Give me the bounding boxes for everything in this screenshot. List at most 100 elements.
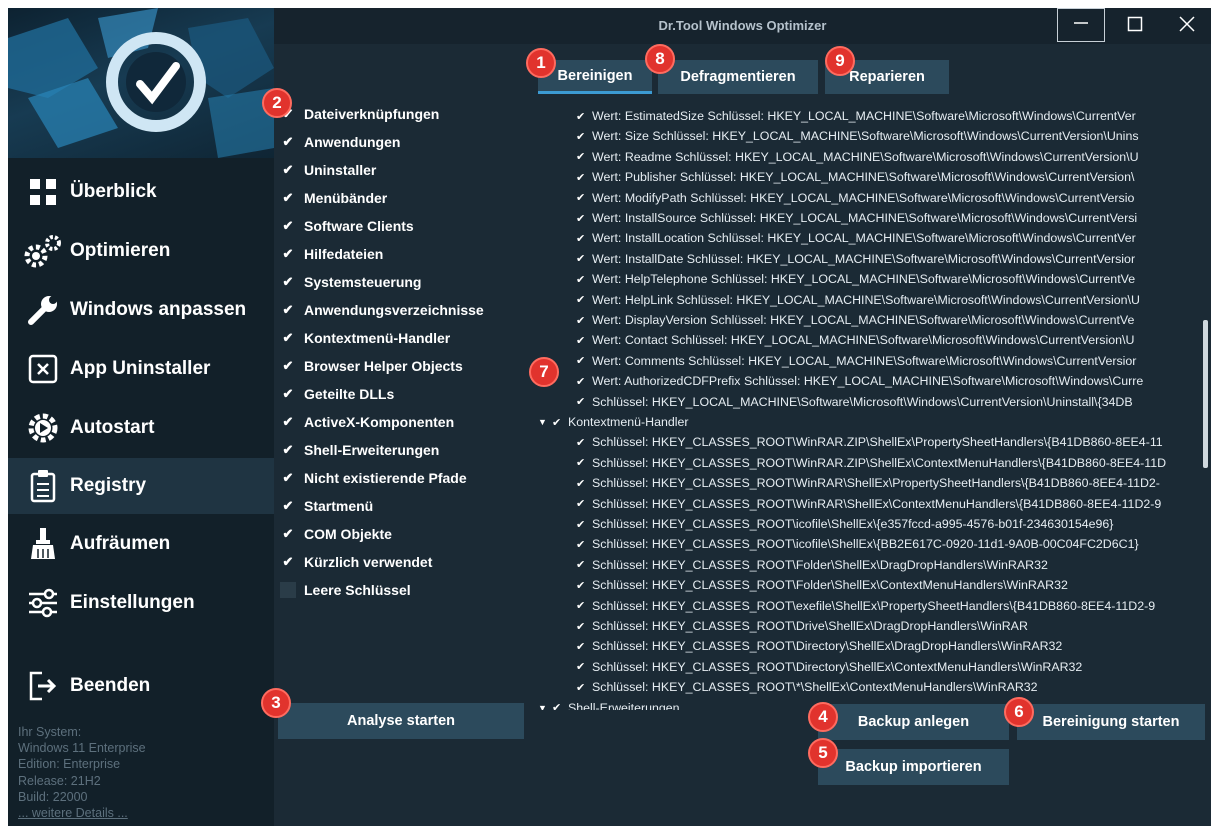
checkmark-icon[interactable]: ✔ [576,171,590,184]
sidebar-item-registry[interactable]: Registry [8,458,274,514]
checkmark-icon[interactable]: ✔ [576,640,590,653]
category-checkbox[interactable]: ✔ Anwendungsverzeichnisse [280,298,520,322]
checkmark-icon[interactable]: ✔ [576,273,590,286]
category-checkbox[interactable]: ✔ Systemsteuerung [280,270,520,294]
tree-item[interactable]: ✔ Wert: Comments Schlüssel: HKEY_LOCAL_MA… [576,351,1136,371]
checkmark-icon[interactable]: ✔ [576,497,590,510]
tree-item[interactable]: ✔ Schlüssel: HKEY_CLASSES_ROOT\Folder\She… [576,575,1068,595]
maximize-button[interactable] [1111,8,1159,44]
checkmark-icon[interactable]: ✔ [576,191,590,204]
expand-triangle-icon[interactable]: ▼ [538,417,552,427]
checkmark-icon[interactable]: ✔ [576,660,590,673]
category-checkbox[interactable]: ✔ Dateiverknüpfungen [280,102,520,126]
system-details-link[interactable]: ... weitere Details ... [18,805,146,821]
category-checkbox[interactable]: ✔ Menübänder [280,186,520,210]
tree-item[interactable]: ✔ Wert: DisplayVersion Schlüssel: HKEY_LO… [576,310,1134,330]
tree-item[interactable]: ✔ Wert: InstallLocation Schlüssel: HKEY_L… [576,228,1136,248]
checkmark-icon[interactable]: ✔ [576,375,590,388]
checkmark-icon[interactable]: ✔ [576,293,590,306]
minimize-button[interactable] [1057,8,1105,42]
tree-item[interactable]: ✔ Schlüssel: HKEY_CLASSES_ROOT\Directory\… [576,657,1082,677]
clean-start-button[interactable]: Bereinigung starten [1017,704,1205,740]
category-checkbox[interactable]: ✔ Software Clients [280,214,520,238]
sidebar-item-aufraeumen[interactable]: Aufräumen [8,518,274,570]
tree-item[interactable]: ✔ Schlüssel: HKEY_CLASSES_ROOT\exefile\Sh… [576,596,1155,616]
tree-scrollbar[interactable] [1203,320,1208,468]
tab-defragmentieren[interactable]: Defragmentieren [658,60,818,94]
tree-item[interactable]: ✔ Wert: Readme Schlüssel: HKEY_LOCAL_MACH… [576,147,1139,167]
tree-item[interactable]: ✔ Schlüssel: HKEY_CLASSES_ROOT\Folder\She… [576,555,1048,575]
sidebar-item-einstellungen[interactable]: Einstellungen [8,577,274,629]
tree-item[interactable]: ✔ Wert: InstallDate Schlüssel: HKEY_LOCAL… [576,249,1135,269]
category-checkbox[interactable]: ✔ Kontextmenü-Handler [280,326,520,350]
category-checkbox[interactable]: Leere Schlüssel [280,578,520,602]
category-checkbox[interactable]: ✔ Anwendungen [280,130,520,154]
tree-item[interactable]: ✔ Schlüssel: HKEY_CLASSES_ROOT\Directory\… [576,636,1062,656]
backup-create-button[interactable]: Backup anlegen [818,704,1009,740]
close-button[interactable] [1163,8,1211,44]
tree-item[interactable]: ✔ Schlüssel: HKEY_CLASSES_ROOT\WinRAR\She… [576,494,1161,514]
backup-import-button[interactable]: Backup importieren [818,749,1009,785]
tree-item[interactable]: ✔ Schlüssel: HKEY_CLASSES_ROOT\WinRAR\She… [576,473,1160,493]
checkmark-icon[interactable]: ✔ [576,232,590,245]
tree-item[interactable]: ✔ Wert: InstallSource Schlüssel: HKEY_LOC… [576,208,1137,228]
checkmark-icon[interactable]: ✔ [576,212,590,225]
checkmark-icon[interactable]: ✔ [576,110,590,123]
tree-group[interactable]: ▼ ✔ Kontextmenü-Handler [538,412,689,432]
checkmark-icon[interactable]: ✔ [576,579,590,592]
checkmark-icon[interactable]: ✔ [552,416,566,429]
tree-item[interactable]: ✔ Schlüssel: HKEY_LOCAL_MACHINE\Software\… [576,392,1133,412]
sidebar-item-ueberblick[interactable]: Überblick [8,166,274,218]
checkmark-icon[interactable]: ✔ [576,395,590,408]
tree-group[interactable]: ▼ ✔ Shell-Erweiterungen [538,698,680,710]
tree-item[interactable]: ✔ Schlüssel: HKEY_CLASSES_ROOT\WinRAR.ZIP… [576,432,1163,452]
checkmark-icon[interactable]: ✔ [576,558,590,571]
category-checkbox[interactable]: ✔ Hilfedateien [280,242,520,266]
checkmark-icon[interactable]: ✔ [576,538,590,551]
tree-item[interactable]: ✔ Schlüssel: HKEY_CLASSES_ROOT\*\ShellEx\… [576,677,1038,697]
category-checkbox[interactable]: ✔ Browser Helper Objects [280,354,520,378]
category-checkbox[interactable]: ✔ Uninstaller [280,158,520,182]
tree-item[interactable]: ✔ Wert: HelpLink Schlüssel: HKEY_LOCAL_MA… [576,290,1140,310]
tree-item[interactable]: ✔ Wert: EstimatedSize Schlüssel: HKEY_LOC… [576,106,1136,126]
tree-item[interactable]: ✔ Schlüssel: HKEY_CLASSES_ROOT\icofile\Sh… [576,534,1139,554]
sidebar-item-app-uninstaller[interactable]: App Uninstaller [8,343,274,395]
category-checkbox[interactable]: ✔ Geteilte DLLs [280,382,520,406]
sidebar-item-beenden[interactable]: Beenden [8,660,274,712]
analyse-start-button[interactable]: Analyse starten [278,703,524,739]
checkmark-icon[interactable]: ✔ [576,620,590,633]
category-checkbox[interactable]: ✔ Kürzlich verwendet [280,550,520,574]
tree-item[interactable]: ✔ Schlüssel: HKEY_CLASSES_ROOT\WinRAR.ZIP… [576,453,1166,473]
checkmark-icon[interactable]: ✔ [576,130,590,143]
category-checkbox[interactable]: ✔ Shell-Erweiterungen [280,438,520,462]
tree-item[interactable]: ✔ Wert: HelpTelephone Schlüssel: HKEY_LOC… [576,269,1135,289]
tree-item[interactable]: ✔ Wert: ModifyPath Schlüssel: HKEY_LOCAL_… [576,188,1134,208]
expand-triangle-icon[interactable]: ▼ [538,703,552,710]
checkmark-icon[interactable]: ✔ [576,252,590,265]
tree-item[interactable]: ✔ Wert: Publisher Schlüssel: HKEY_LOCAL_M… [576,167,1134,187]
checkmark-icon[interactable]: ✔ [576,681,590,694]
checkmark-icon[interactable]: ✔ [576,150,590,163]
sidebar-item-autostart[interactable]: Autostart [8,402,274,454]
sidebar-item-windows-anpassen[interactable]: Windows anpassen [8,284,274,336]
tree-item[interactable]: ✔ Schlüssel: HKEY_CLASSES_ROOT\Drive\Shel… [576,616,1028,636]
checkmark-icon[interactable]: ✔ [552,701,566,710]
tree-item[interactable]: ✔ Schlüssel: HKEY_CLASSES_ROOT\icofile\Sh… [576,514,1113,534]
checkmark-icon[interactable]: ✔ [576,518,590,531]
tree-item[interactable]: ✔ Wert: AuthorizedCDFPrefix Schlüssel: HK… [576,371,1143,391]
checkmark-icon[interactable]: ✔ [576,599,590,612]
checkmark-icon[interactable]: ✔ [576,436,590,449]
checkmark-icon[interactable]: ✔ [576,456,590,469]
sidebar-item-optimieren[interactable]: Optimieren [8,225,274,277]
checkmark-icon[interactable]: ✔ [576,477,590,490]
checkmark-icon[interactable]: ✔ [576,334,590,347]
checkmark-icon[interactable]: ✔ [576,354,590,367]
tree-item-text: Kontextmenü-Handler [568,415,689,429]
checkmark-icon[interactable]: ✔ [576,314,590,327]
category-checkbox[interactable]: ✔ COM Objekte [280,522,520,546]
category-checkbox[interactable]: ✔ Nicht existierende Pfade [280,466,520,490]
tree-item[interactable]: ✔ Wert: Size Schlüssel: HKEY_LOCAL_MACHIN… [576,126,1139,146]
category-checkbox[interactable]: ✔ ActiveX-Komponenten [280,410,520,434]
category-checkbox[interactable]: ✔ Startmenü [280,494,520,518]
tree-item[interactable]: ✔ Wert: Contact Schlüssel: HKEY_LOCAL_MAC… [576,330,1134,350]
